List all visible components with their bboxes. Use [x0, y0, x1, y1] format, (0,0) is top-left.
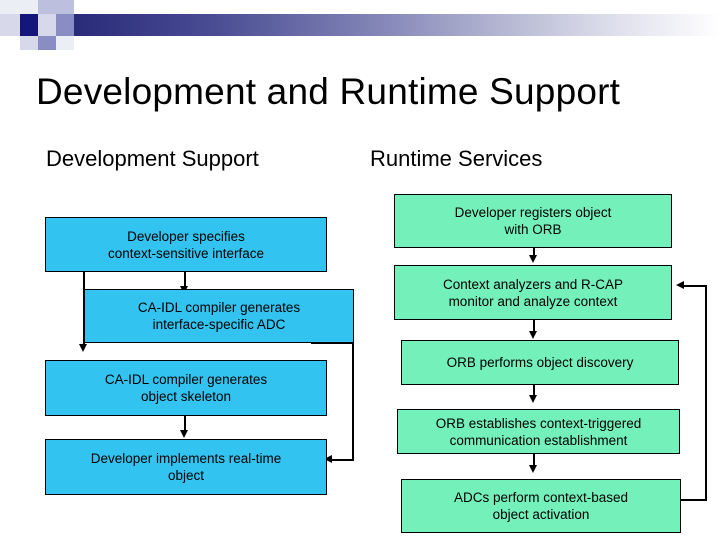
- flow-node-run-1[interactable]: Developer registers object with ORB: [394, 194, 672, 248]
- flow-node-run-4[interactable]: ORB establishes context-triggered commun…: [397, 409, 680, 454]
- flow-node-run-5-label: ADCs perform context-based object activa…: [453, 490, 629, 522]
- connector-feedback-bottom: [681, 499, 707, 501]
- deco-square-2: [0, 14, 20, 36]
- connector-feedback-arrow: [676, 281, 684, 289]
- connector-run3-run4-arrow: [529, 395, 537, 403]
- deco-square-7: [38, 36, 56, 50]
- connector-dev3-dev4-arrow: [180, 430, 188, 438]
- column-heading-development: Development Support: [46, 146, 259, 171]
- column-heading-runtime: Runtime Services: [370, 146, 543, 171]
- connector-run1-run2-arrow: [529, 255, 537, 263]
- connector-run2-run3-arrow: [529, 331, 537, 339]
- flow-node-dev-2[interactable]: CA-IDL compiler generates interface-spec…: [84, 289, 354, 343]
- flow-node-dev-1[interactable]: Developer specifies context-sensitive in…: [45, 217, 327, 272]
- connector-dev2-dev4-bottom: [330, 459, 354, 461]
- deco-square-8: [20, 36, 38, 50]
- flow-node-dev-3[interactable]: CA-IDL compiler generates object skeleto…: [45, 360, 327, 416]
- flow-node-run-3-label: ORB performs object discovery: [446, 355, 634, 370]
- deco-square-11: [56, 36, 74, 50]
- connector-feedback-vertical: [705, 285, 707, 501]
- flow-node-dev-2-label: CA-IDL compiler generates interface-spec…: [137, 300, 301, 332]
- connector-feedback-top: [683, 285, 707, 287]
- connector-dev1-dev3-arrow: [79, 344, 87, 352]
- flow-node-dev-4[interactable]: Developer implements real-time object: [45, 439, 327, 495]
- deco-square-5: [38, 0, 56, 14]
- flow-node-run-2-label: Context analyzers and R-CAP monitor and …: [442, 276, 624, 309]
- deco-square-4: [20, 0, 38, 14]
- deco-square-10: [56, 14, 74, 36]
- flow-node-dev-4-label: Developer implements real-time object: [90, 451, 282, 483]
- deco-square-9: [56, 0, 74, 14]
- flow-node-dev-1-label: Developer specifies context-sensitive in…: [107, 228, 265, 261]
- connector-dev2-dev4-vertical: [352, 342, 354, 460]
- flow-node-run-5[interactable]: ADCs perform context-based object activa…: [401, 479, 681, 533]
- deco-square-1: [0, 0, 20, 14]
- header-gradient-band: [38, 14, 720, 36]
- page-title: Development and Runtime Support: [36, 71, 621, 112]
- flow-node-run-1-label: Developer registers object with ORB: [454, 205, 612, 237]
- flow-node-run-4-label: ORB establishes context-triggered commun…: [435, 415, 642, 448]
- flow-node-dev-3-label: CA-IDL compiler generates object skeleto…: [104, 372, 268, 404]
- connector-run4-run5-arrow: [529, 465, 537, 473]
- deco-square-6: [38, 14, 56, 36]
- deco-square-3: [20, 14, 38, 36]
- flow-node-run-3[interactable]: ORB performs object discovery: [401, 340, 679, 385]
- slide-canvas: Development and Runtime Support Developm…: [0, 0, 720, 540]
- flow-node-run-2[interactable]: Context analyzers and R-CAP monitor and …: [394, 265, 672, 320]
